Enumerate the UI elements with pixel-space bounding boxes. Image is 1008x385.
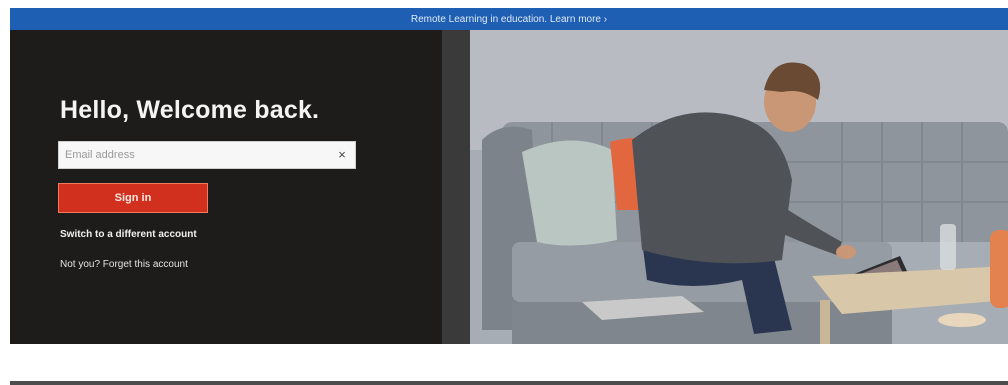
bottom-divider xyxy=(10,381,1008,385)
email-field[interactable] xyxy=(59,142,329,168)
hero-section: Hello, Welcome back. × Sign in Switch to… xyxy=(10,30,1008,344)
email-field-container: × xyxy=(58,141,356,169)
page: Remote Learning in education. Learn more… xyxy=(0,0,1008,385)
banner-link[interactable]: Remote Learning in education. Learn more… xyxy=(411,14,607,25)
forget-account-link[interactable]: Not you? Forget this account xyxy=(60,259,188,270)
sign-in-button[interactable]: Sign in xyxy=(58,183,208,213)
announcement-banner[interactable]: Remote Learning in education. Learn more… xyxy=(10,8,1008,30)
signin-panel: Hello, Welcome back. × Sign in Switch to… xyxy=(10,30,450,344)
page-title: Hello, Welcome back. xyxy=(60,96,320,124)
hero-illustration xyxy=(442,30,1008,344)
hero-photo xyxy=(442,30,1008,344)
switch-account-link[interactable]: Switch to a different account xyxy=(60,229,197,240)
close-icon[interactable]: × xyxy=(335,148,349,162)
sign-in-label: Sign in xyxy=(114,192,152,204)
